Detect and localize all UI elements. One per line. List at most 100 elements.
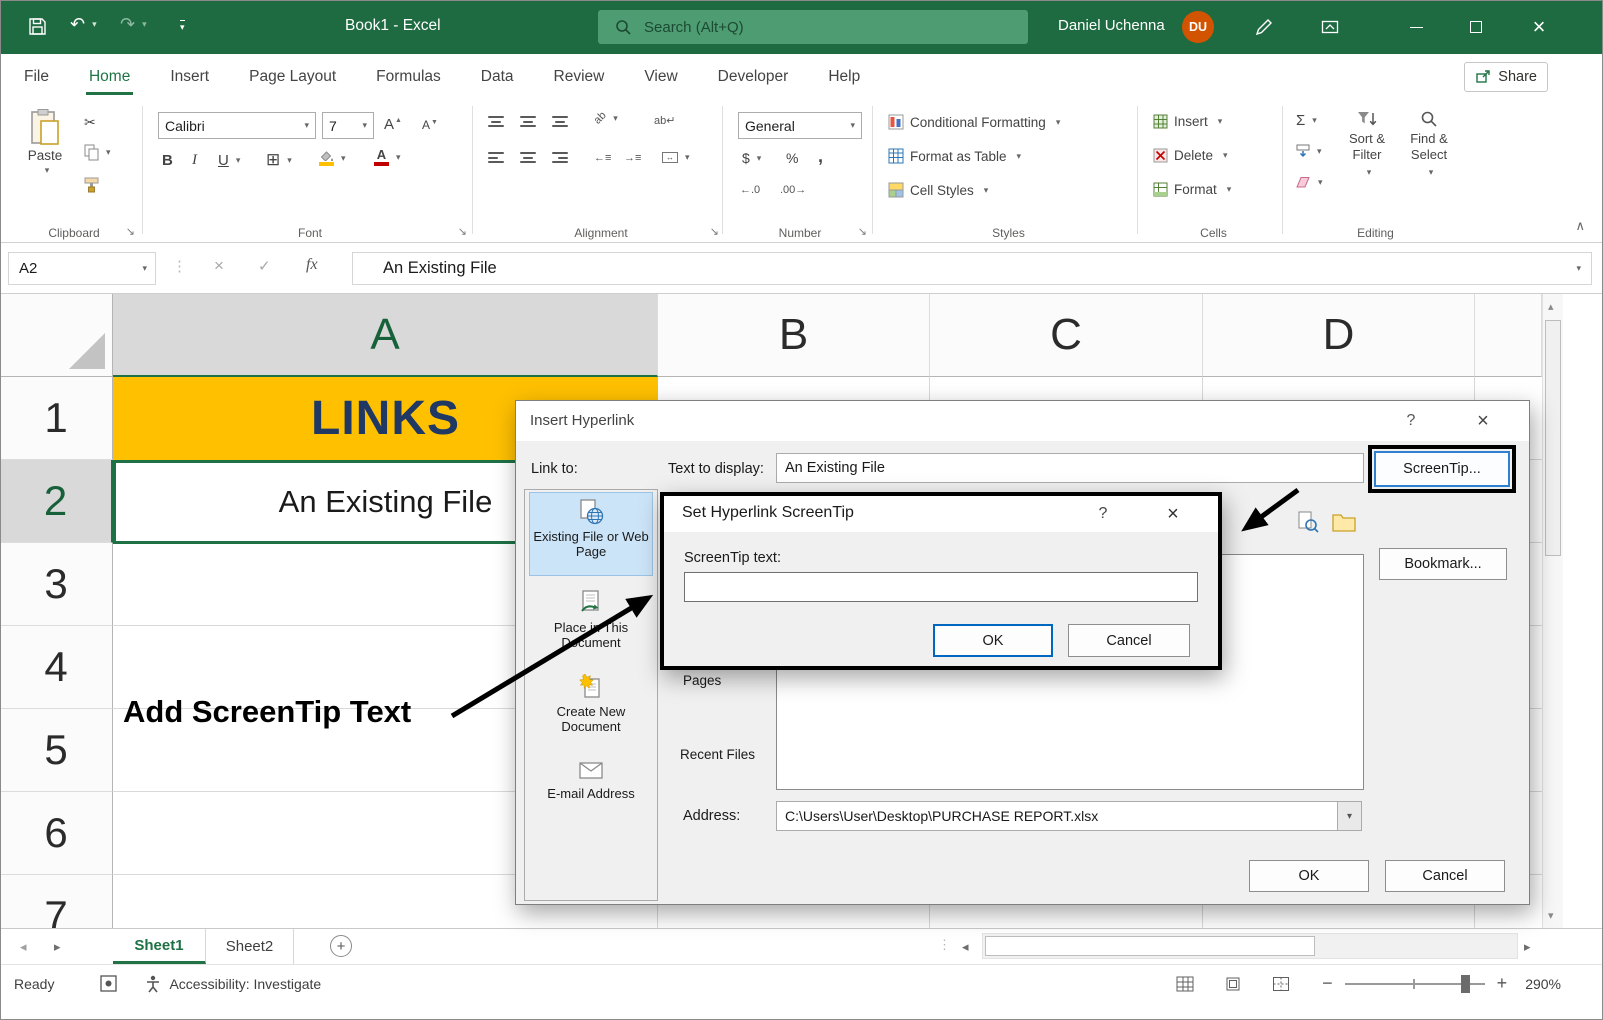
percent-style-button[interactable]: % xyxy=(786,150,798,166)
search-box[interactable]: Search (Alt+Q) xyxy=(598,10,1028,44)
bookmark-button[interactable]: Bookmark... xyxy=(1379,548,1507,580)
delete-cells-button[interactable]: Delete▾ xyxy=(1153,148,1228,163)
wrap-text-button[interactable]: ab↵ xyxy=(654,114,675,127)
browse-file-folder-icon[interactable] xyxy=(1329,507,1359,537)
find-select-button[interactable]: Find & Select ▾ xyxy=(1400,110,1458,178)
increase-font-size-button[interactable]: A▲ xyxy=(384,116,402,133)
format-painter-button[interactable] xyxy=(84,176,99,193)
recent-files-label[interactable]: Recent Files xyxy=(680,747,755,762)
tab-page-layout[interactable]: Page Layout xyxy=(249,54,336,100)
bottom-align-button[interactable] xyxy=(552,116,568,127)
text-to-display-input[interactable] xyxy=(776,453,1364,483)
browse-web-icon[interactable] xyxy=(1293,507,1323,537)
maximize-button[interactable] xyxy=(1452,0,1500,54)
sheet-tab-sheet2[interactable]: Sheet2 xyxy=(206,929,294,964)
borders-button[interactable]: ⊞▾ xyxy=(266,150,292,170)
ok-button[interactable]: OK xyxy=(933,624,1053,657)
link-type-existing-file[interactable]: Existing File or Web Page xyxy=(529,492,653,576)
page-break-view-icon[interactable] xyxy=(1272,976,1290,992)
address-combo[interactable]: C:\Users\User\Desktop\PURCHASE REPORT.xl… xyxy=(776,801,1362,831)
italic-button[interactable]: I xyxy=(192,152,197,169)
select-all-button[interactable] xyxy=(0,294,113,377)
cell-styles-button[interactable]: Cell Styles▾ xyxy=(888,182,988,198)
tab-formulas[interactable]: Formulas xyxy=(376,54,441,100)
alignment-dialog-launcher-icon[interactable]: ↘ xyxy=(710,225,719,238)
save-icon[interactable] xyxy=(28,17,47,36)
column-header-a[interactable]: A xyxy=(113,294,658,377)
hscroll-right-icon[interactable]: ▸ xyxy=(1524,939,1531,955)
chevron-down-icon[interactable]: ▾ xyxy=(1337,802,1361,830)
column-header-d[interactable]: D xyxy=(1203,294,1475,377)
macro-record-icon[interactable] xyxy=(100,975,117,992)
redo-button[interactable]: ↷▾ xyxy=(120,14,147,35)
prev-sheet-icon[interactable]: ◂ xyxy=(20,939,27,955)
scroll-up-icon[interactable]: ▴ xyxy=(1548,300,1554,313)
column-header-c[interactable]: C xyxy=(930,294,1203,377)
normal-view-icon[interactable] xyxy=(1176,976,1194,992)
ok-button[interactable]: OK xyxy=(1249,860,1369,892)
close-button[interactable]: × xyxy=(1466,407,1500,435)
clipboard-dialog-launcher-icon[interactable]: ↘ xyxy=(126,225,135,238)
zoom-level[interactable]: 290% xyxy=(1525,976,1561,992)
tab-review[interactable]: Review xyxy=(554,54,605,100)
tab-help[interactable]: Help xyxy=(828,54,860,100)
tab-developer[interactable]: Developer xyxy=(718,54,789,100)
vertical-scrollbar[interactable]: ▴ ▾ xyxy=(1542,294,1563,928)
horizontal-scrollbar-thumb[interactable] xyxy=(985,936,1315,956)
formula-input[interactable]: An Existing File ▾ xyxy=(352,252,1592,285)
collapse-ribbon-icon[interactable]: ∧ xyxy=(1575,218,1585,234)
decrease-decimal-button[interactable]: .00→ xyxy=(780,184,806,196)
close-button[interactable]: × xyxy=(1156,500,1190,528)
format-cells-button[interactable]: Format▾ xyxy=(1153,182,1231,197)
orientation-button[interactable]: ab▾ xyxy=(594,112,618,124)
cut-button[interactable]: ✂ xyxy=(84,114,96,131)
row-header-3[interactable]: 3 xyxy=(0,543,113,626)
horizontal-scrollbar[interactable] xyxy=(982,933,1518,959)
insert-cells-button[interactable]: Insert▾ xyxy=(1153,114,1222,129)
fill-color-button[interactable]: ▾ xyxy=(318,150,346,166)
user-name[interactable]: Daniel Uchenna xyxy=(1058,17,1165,34)
help-button[interactable]: ? xyxy=(1088,500,1118,528)
tab-data[interactable]: Data xyxy=(481,54,514,100)
tab-home[interactable]: Home xyxy=(89,54,130,100)
decrease-indent-button[interactable]: ←≡ xyxy=(594,152,611,164)
sort-filter-button[interactable]: Sort & Filter ▾ xyxy=(1338,110,1396,178)
underline-button[interactable]: U▾ xyxy=(218,152,240,169)
close-button[interactable]: × xyxy=(1512,0,1566,54)
increase-decimal-button[interactable]: ←.0 xyxy=(740,184,760,196)
align-center-button[interactable] xyxy=(520,152,536,163)
new-sheet-button[interactable]: + xyxy=(330,935,352,957)
name-box[interactable]: A2 ▾ xyxy=(8,252,156,285)
row-header-2[interactable]: 2 xyxy=(0,460,113,543)
paste-button[interactable]: Paste ▾ xyxy=(16,108,74,176)
scroll-down-icon[interactable]: ▾ xyxy=(1548,909,1554,922)
accessibility-icon[interactable] xyxy=(145,975,161,993)
tab-scroll-grip-icon[interactable]: ⋮ xyxy=(938,937,951,953)
fill-button[interactable]: ▾ xyxy=(1296,144,1322,158)
tab-file[interactable]: File xyxy=(24,54,49,100)
link-type-place-in-document[interactable]: Place in This Document xyxy=(529,584,653,650)
drag-handle-icon[interactable]: ⋮ xyxy=(172,257,187,275)
hscroll-left-icon[interactable]: ◂ xyxy=(962,939,969,955)
format-as-table-button[interactable]: Format as Table▾ xyxy=(888,148,1021,164)
zoom-slider[interactable] xyxy=(1345,975,1485,993)
screentip-button[interactable]: ScreenTip... xyxy=(1374,451,1510,487)
cancel-button[interactable]: Cancel xyxy=(1385,860,1505,892)
merge-center-button[interactable]: ↔▾ xyxy=(662,152,690,163)
row-header-4[interactable]: 4 xyxy=(0,626,113,709)
top-align-button[interactable] xyxy=(488,116,504,127)
number-dialog-launcher-icon[interactable]: ↘ xyxy=(858,225,867,238)
zoom-slider-thumb[interactable] xyxy=(1461,975,1470,993)
row-header-7[interactable]: 7 xyxy=(0,875,113,928)
font-name-combo[interactable]: Calibri▾ xyxy=(158,112,316,139)
sheet-tab-sheet1[interactable]: Sheet1 xyxy=(113,929,206,964)
share-button[interactable]: Share xyxy=(1464,62,1548,92)
next-sheet-icon[interactable]: ▸ xyxy=(54,939,61,955)
undo-button[interactable]: ↶▾ xyxy=(70,14,97,35)
font-size-combo[interactable]: 7▾ xyxy=(322,112,374,139)
font-dialog-launcher-icon[interactable]: ↘ xyxy=(458,225,467,238)
font-color-button[interactable]: A ▾ xyxy=(374,148,401,166)
link-type-create-new-document[interactable]: Create New Document xyxy=(529,668,653,734)
help-button[interactable]: ? xyxy=(1396,407,1426,435)
customize-quick-access-icon[interactable]: ▾ xyxy=(180,20,185,33)
